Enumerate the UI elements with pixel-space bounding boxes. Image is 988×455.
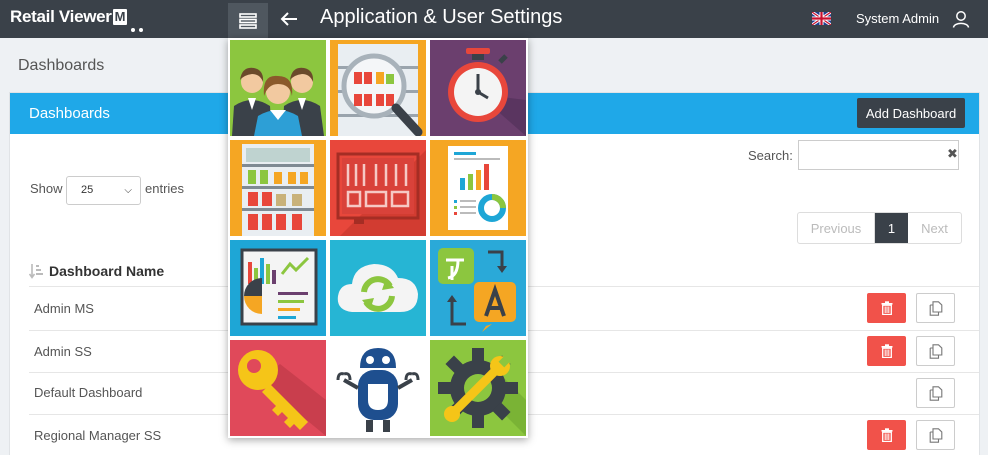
tile-users[interactable] [228,38,328,138]
entries-value: 25 [81,184,94,196]
add-dashboard-button[interactable]: Add Dashboard [857,98,965,128]
page-title: Application & User Settings [320,6,563,28]
tile-settings[interactable] [428,338,528,438]
copy-icon [929,343,942,359]
app-launcher-menu [228,38,528,438]
app-logo[interactable]: Retail Viewer M [10,7,128,27]
shelf-magnifier-icon [338,44,423,136]
tile-key[interactable] [228,338,328,438]
report-icon [448,146,508,230]
trash-icon [881,301,892,315]
cart-icon [131,28,143,32]
logo-mark: M [112,9,128,25]
copy-button[interactable] [916,378,955,408]
trash-icon [881,428,892,442]
back-button[interactable] [276,7,302,31]
clear-search-icon[interactable]: ✖ [947,146,974,162]
panel-title: Dashboards [29,105,110,122]
copy-button[interactable] [916,293,955,323]
arrow-left-icon [280,12,297,26]
analytics-board-icon [240,248,318,326]
pagination: Previous 1 Next [797,212,962,244]
search-label: Search: [748,148,793,163]
user-name[interactable]: System Admin [856,11,939,26]
chevron-down-icon: ⌵ [124,185,132,196]
table-row-name: Regional Manager SS [34,428,162,443]
logo-text: Retail Viewer [10,7,112,26]
tile-shelves[interactable] [228,138,328,238]
floorplan-icon [336,150,426,236]
key-icon [238,350,326,436]
table-row-name: Admin MS [34,301,94,316]
column-header-dashboard-name[interactable]: Dashboard Name [49,263,164,279]
delete-button[interactable] [867,293,906,323]
translate-icon [438,248,516,332]
tile-floorplan[interactable] [328,138,428,238]
stopwatch-icon [448,48,526,136]
entries-label: entries [145,181,185,196]
pagination-next[interactable]: Next [908,213,961,243]
entries-select[interactable]: 25 ⌵ [66,176,141,205]
tile-report[interactable] [428,138,528,238]
copy-icon [929,385,942,401]
pagination-page-1[interactable]: 1 [875,213,908,243]
tile-sync[interactable] [328,238,428,338]
shelves-icon [242,144,314,236]
table-row-name: Default Dashboard [34,385,143,400]
menu-button[interactable] [228,3,268,38]
cloud-sync-icon [337,264,418,312]
pagination-previous[interactable]: Previous [798,213,875,243]
trash-icon [881,344,892,358]
delete-button[interactable] [867,420,906,450]
tile-shelf-search[interactable] [328,38,428,138]
gear-wrench-icon [438,348,526,436]
table-row-name: Admin SS [34,344,92,359]
menu-icon [239,12,257,29]
sort-icon[interactable] [29,263,43,279]
tile-analytics[interactable] [228,238,328,338]
tile-stopwatch[interactable] [428,38,528,138]
show-label: Show [30,181,63,196]
user-icon[interactable] [952,10,970,28]
robot-icon [336,348,420,432]
copy-icon [929,300,942,316]
top-bar: Retail Viewer M Application & User Settin… [0,0,988,38]
search-input[interactable] [798,140,959,170]
section-heading: Dashboards [18,57,105,74]
users-icon [232,67,324,136]
uk-flag-icon[interactable] [812,12,831,25]
delete-button[interactable] [867,336,906,366]
tile-translate[interactable] [428,238,528,338]
copy-icon [929,427,942,443]
copy-button[interactable] [916,336,955,366]
tile-robot[interactable] [328,338,428,438]
copy-button[interactable] [916,420,955,450]
